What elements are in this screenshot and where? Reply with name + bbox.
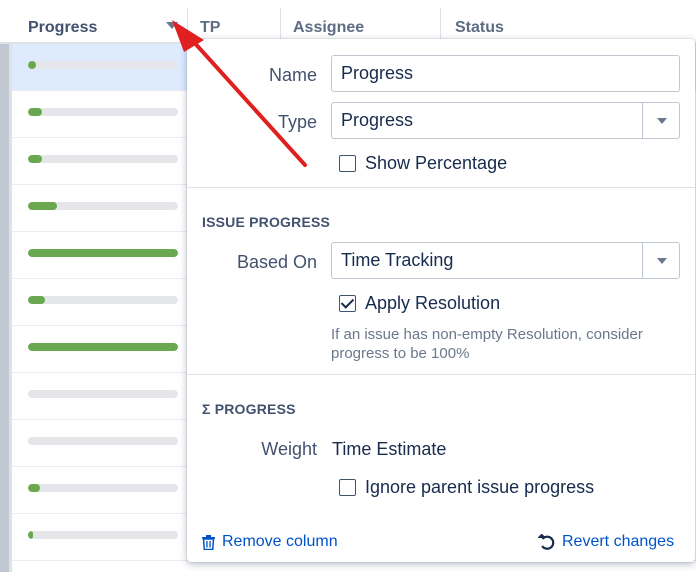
progress-bar: [28, 343, 178, 351]
progress-bar-fill: [28, 249, 178, 257]
name-label: Name: [268, 65, 317, 85]
progress-bar-fill: [28, 108, 42, 116]
weight-label: Weight: [261, 439, 317, 459]
column-config-popup: Name Progress Type Progress Show Percent…: [187, 39, 695, 562]
based-on-select[interactable]: Time Tracking: [331, 242, 680, 279]
column-header-assignee[interactable]: Assignee: [293, 0, 364, 44]
chevron-down-icon[interactable]: [642, 243, 679, 278]
progress-bar: [28, 296, 178, 304]
progress-bar: [28, 390, 178, 398]
progress-bar: [28, 108, 178, 116]
progress-bar-fill: [28, 531, 33, 539]
name-input[interactable]: Progress: [331, 55, 680, 92]
progress-bar: [28, 202, 178, 210]
progress-bar: [28, 484, 178, 492]
issue-progress-title: ISSUE PROGRESS: [202, 214, 331, 230]
show-percentage-checkbox[interactable]: [339, 155, 356, 172]
undo-icon: [538, 534, 555, 550]
table-header: Progress TP Assignee Status: [0, 0, 696, 44]
progress-bar-fill: [28, 202, 57, 210]
progress-bar: [28, 155, 178, 163]
column-menu-chevron-icon[interactable]: [166, 22, 178, 29]
progress-bar: [28, 437, 178, 445]
show-percentage-label: Show Percentage: [365, 153, 508, 173]
row-gutter: [0, 44, 12, 572]
column-divider[interactable]: [280, 8, 281, 42]
apply-resolution-option[interactable]: Apply Resolution: [339, 293, 500, 314]
remove-column-label: Remove column: [222, 533, 338, 550]
apply-resolution-checkbox[interactable]: [339, 295, 356, 312]
based-on-select-value: Time Tracking: [341, 250, 454, 270]
chevron-down-icon[interactable]: [642, 103, 679, 138]
progress-bar-fill: [28, 343, 178, 351]
revert-changes-label: Revert changes: [562, 533, 675, 550]
show-percentage-option[interactable]: Show Percentage: [339, 153, 507, 174]
section-divider: [187, 374, 695, 375]
apply-resolution-label: Apply Resolution: [365, 293, 501, 313]
progress-bar: [28, 249, 178, 257]
based-on-label: Based On: [236, 252, 317, 272]
sigma-progress-title: Σ PROGRESS: [202, 401, 296, 417]
type-select-value: Progress: [341, 110, 414, 130]
apply-resolution-help: If an issue has non-empty Resolution, co…: [331, 326, 643, 362]
revert-changes-button[interactable]: Revert changes: [538, 533, 674, 551]
ignore-parent-option[interactable]: Ignore parent issue progress: [339, 477, 594, 498]
column-divider[interactable]: [440, 8, 441, 42]
column-divider[interactable]: [187, 8, 188, 42]
type-label: Type: [277, 112, 317, 132]
column-header-progress[interactable]: Progress: [12, 0, 187, 44]
progress-bar: [28, 531, 178, 539]
progress-bar-fill: [28, 484, 40, 492]
weight-value: Time Estimate: [332, 439, 447, 459]
remove-column-button[interactable]: Remove column: [202, 533, 338, 551]
trash-icon: [202, 534, 215, 550]
column-header-tp[interactable]: TP: [200, 0, 220, 44]
progress-bar-fill: [28, 155, 42, 163]
ignore-parent-label: Ignore parent issue progress: [365, 477, 595, 497]
ignore-parent-checkbox[interactable]: [339, 479, 356, 496]
type-select[interactable]: Progress: [331, 102, 680, 139]
progress-bar-fill: [28, 61, 36, 69]
section-divider: [187, 187, 695, 188]
column-header-status[interactable]: Status: [455, 0, 504, 44]
progress-bar-fill: [28, 296, 45, 304]
progress-bar: [28, 61, 178, 69]
